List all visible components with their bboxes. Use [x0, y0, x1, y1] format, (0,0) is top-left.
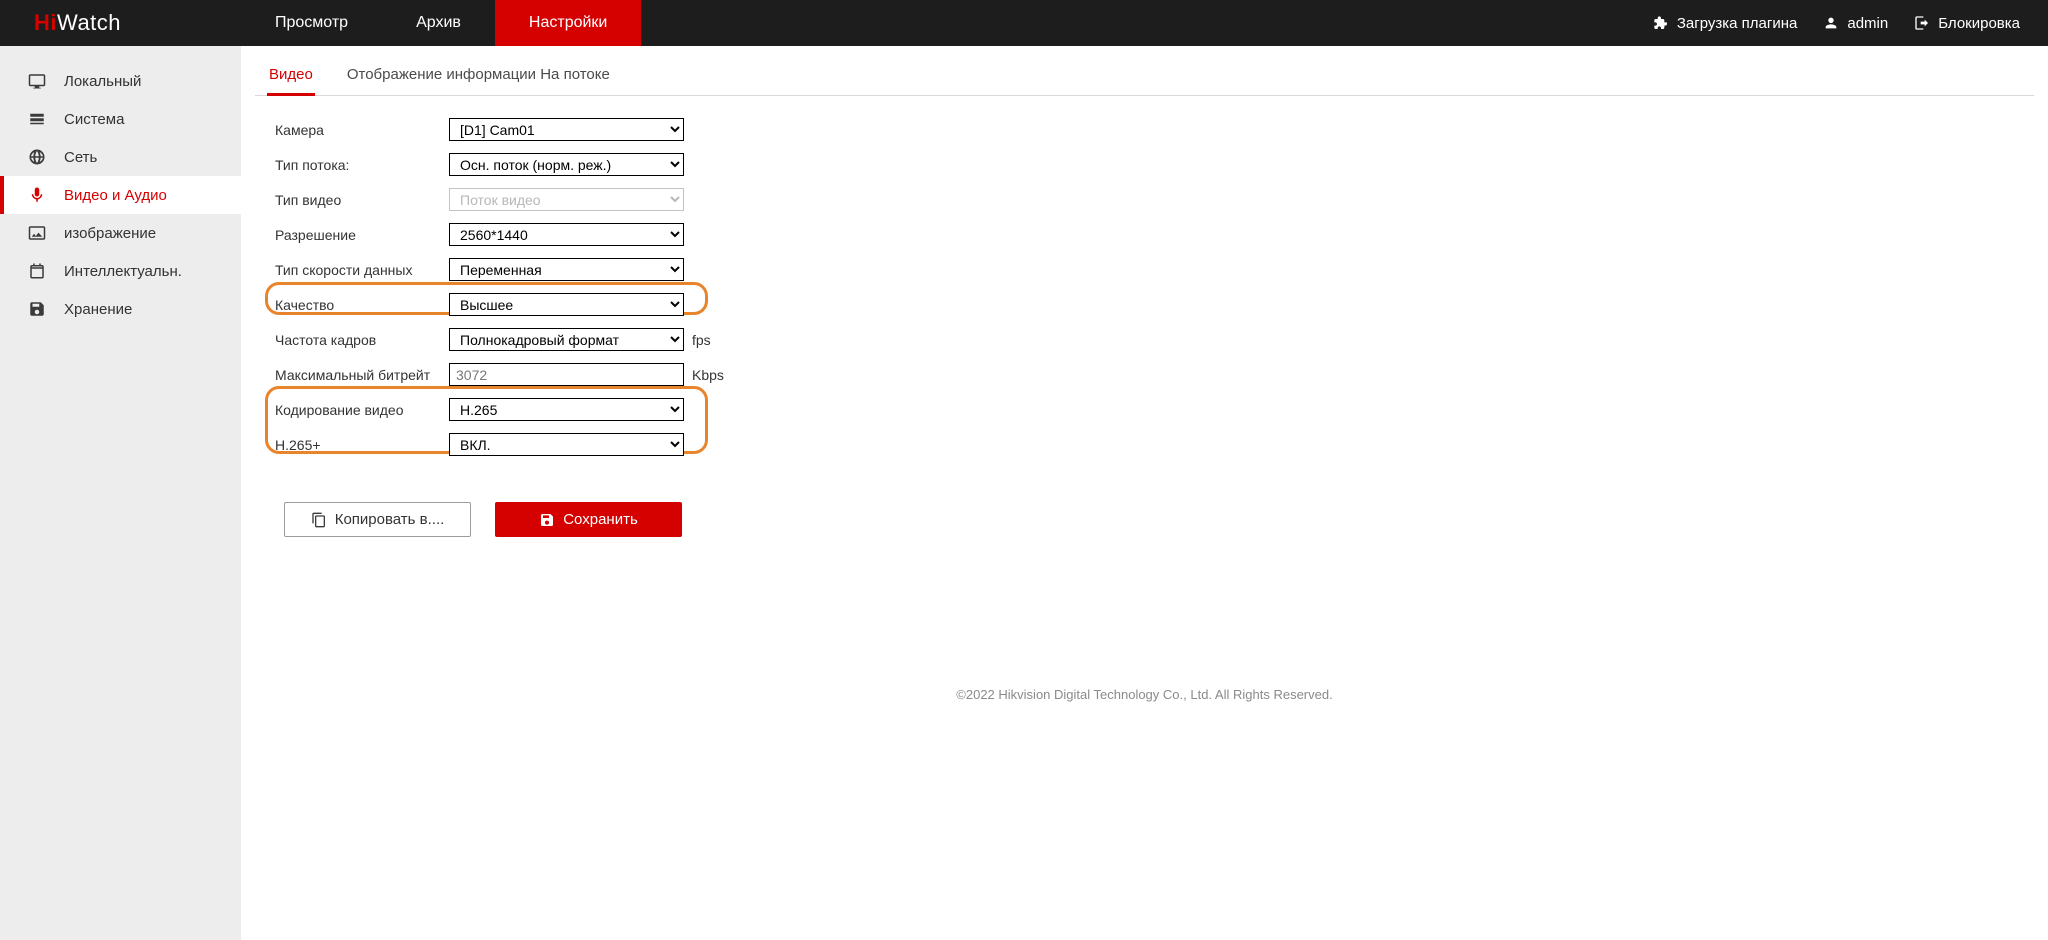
row-camera: Камера [D1] Cam01: [275, 112, 2034, 147]
system-icon: [28, 110, 46, 128]
logout-icon: [1914, 15, 1930, 31]
quality-select[interactable]: Высшее: [449, 293, 684, 316]
row-bitrate-type: Тип скорости данных Переменная: [275, 252, 2034, 287]
sidebar: Локальный Система Сеть Видео и Аудио изо…: [0, 46, 241, 940]
video-form: Камера [D1] Cam01 Тип потока: Осн. поток…: [255, 112, 2034, 537]
sidebar-item-system[interactable]: Система: [0, 100, 241, 138]
sidebar-item-label: Локальный: [64, 73, 141, 90]
row-encoding: Кодирование видео H.265: [275, 392, 2034, 427]
image-icon: [28, 224, 46, 242]
sidebar-item-video-audio[interactable]: Видео и Аудио: [0, 176, 241, 214]
sidebar-item-storage[interactable]: Хранение: [0, 290, 241, 328]
label-max-bitrate: Максимальный битрейт: [275, 367, 449, 383]
subtabs: Видео Отображение информации На потоке: [255, 56, 2034, 96]
camera-select[interactable]: [D1] Cam01: [449, 118, 684, 141]
label-stream-type: Тип потока:: [275, 157, 449, 173]
calendar-icon: [28, 262, 46, 280]
sidebar-item-local[interactable]: Локальный: [0, 62, 241, 100]
lock-label: Блокировка: [1938, 15, 2020, 32]
video-type-select: Поток видео: [449, 188, 684, 211]
row-max-bitrate: Максимальный битрейт Kbps: [275, 357, 2034, 392]
unit-kbps: Kbps: [692, 367, 724, 383]
sidebar-item-image[interactable]: изображение: [0, 214, 241, 252]
label-frame-rate: Частота кадров: [275, 332, 449, 348]
save-icon: [539, 512, 555, 528]
tab-stream-info[interactable]: Отображение информации На потоке: [345, 56, 612, 95]
nav-preview-label: Просмотр: [275, 14, 348, 32]
save-button[interactable]: Сохранить: [495, 502, 682, 537]
nav-archive-label: Архив: [416, 14, 461, 32]
sidebar-item-label: Видео и Аудио: [64, 187, 167, 204]
encoding-select[interactable]: H.265: [449, 398, 684, 421]
logo-hi: Hi: [34, 10, 57, 36]
highlight-encoding-wrap: Кодирование видео H.265 H.265+ ВКЛ.: [275, 392, 2034, 462]
max-bitrate-input[interactable]: [449, 363, 684, 386]
resolution-select[interactable]: 2560*1440: [449, 223, 684, 246]
sidebar-item-intelligent[interactable]: Интеллектуальн.: [0, 252, 241, 290]
row-frame-rate: Частота кадров Полнокадровый формат fps: [275, 322, 2034, 357]
user-icon: [1823, 15, 1839, 31]
floppy-icon: [28, 300, 46, 318]
top-right: Загрузка плагина admin Блокировка: [1653, 0, 2048, 46]
sidebar-item-label: Система: [64, 111, 124, 128]
copy-to-button[interactable]: Копировать в....: [284, 502, 471, 537]
save-label: Сохранить: [563, 511, 638, 528]
nav-preview[interactable]: Просмотр: [241, 0, 382, 46]
tab-video-label: Видео: [269, 66, 313, 83]
sidebar-item-label: Сеть: [64, 149, 97, 166]
mic-icon: [28, 186, 46, 204]
bitrate-type-select[interactable]: Переменная: [449, 258, 684, 281]
globe-icon: [28, 148, 46, 166]
tab-stream-info-label: Отображение информации На потоке: [347, 66, 610, 83]
label-encoding: Кодирование видео: [275, 402, 449, 418]
topbar: HiWatch Просмотр Архив Настройки Загрузк…: [0, 0, 2048, 46]
form-actions: Копировать в.... Сохранить: [275, 502, 2034, 537]
lock-button[interactable]: Блокировка: [1914, 15, 2020, 32]
top-nav: Просмотр Архив Настройки: [241, 0, 641, 46]
copy-icon: [311, 512, 327, 528]
stream-type-select[interactable]: Осн. поток (норм. реж.): [449, 153, 684, 176]
nav-settings[interactable]: Настройки: [495, 0, 641, 46]
main-content: Видео Отображение информации На потоке К…: [241, 46, 2048, 940]
sidebar-item-label: Интеллектуальн.: [64, 263, 182, 280]
brand-logo: HiWatch: [0, 0, 241, 46]
user-account[interactable]: admin: [1823, 15, 1888, 32]
label-camera: Камера: [275, 122, 449, 138]
label-bitrate-type: Тип скорости данных: [275, 262, 449, 278]
label-quality: Качество: [275, 297, 449, 313]
label-video-type: Тип видео: [275, 192, 449, 208]
sidebar-item-label: изображение: [64, 225, 156, 242]
monitor-icon: [28, 72, 46, 90]
row-video-type: Тип видео Поток видео: [275, 182, 2034, 217]
copy-to-label: Копировать в....: [335, 511, 445, 528]
user-label: admin: [1847, 15, 1888, 32]
footer-text: ©2022 Hikvision Digital Technology Co., …: [255, 687, 2034, 722]
frame-rate-select[interactable]: Полнокадровый формат: [449, 328, 684, 351]
plugin-download[interactable]: Загрузка плагина: [1653, 15, 1798, 32]
plugin-icon: [1653, 15, 1669, 31]
row-quality: Качество Высшее: [275, 287, 2034, 322]
page: Локальный Система Сеть Видео и Аудио изо…: [0, 46, 2048, 940]
sidebar-item-label: Хранение: [64, 301, 132, 318]
logo-watch: Watch: [57, 10, 121, 36]
nav-settings-label: Настройки: [529, 14, 607, 32]
row-stream-type: Тип потока: Осн. поток (норм. реж.): [275, 147, 2034, 182]
nav-archive[interactable]: Архив: [382, 0, 495, 46]
label-h265plus: H.265+: [275, 437, 449, 453]
label-resolution: Разрешение: [275, 227, 449, 243]
h265plus-select[interactable]: ВКЛ.: [449, 433, 684, 456]
row-h265plus: H.265+ ВКЛ.: [275, 427, 2034, 462]
tab-video[interactable]: Видео: [267, 56, 315, 96]
unit-fps: fps: [692, 332, 711, 348]
plugin-label: Загрузка плагина: [1677, 15, 1798, 32]
sidebar-item-network[interactable]: Сеть: [0, 138, 241, 176]
row-resolution: Разрешение 2560*1440: [275, 217, 2034, 252]
